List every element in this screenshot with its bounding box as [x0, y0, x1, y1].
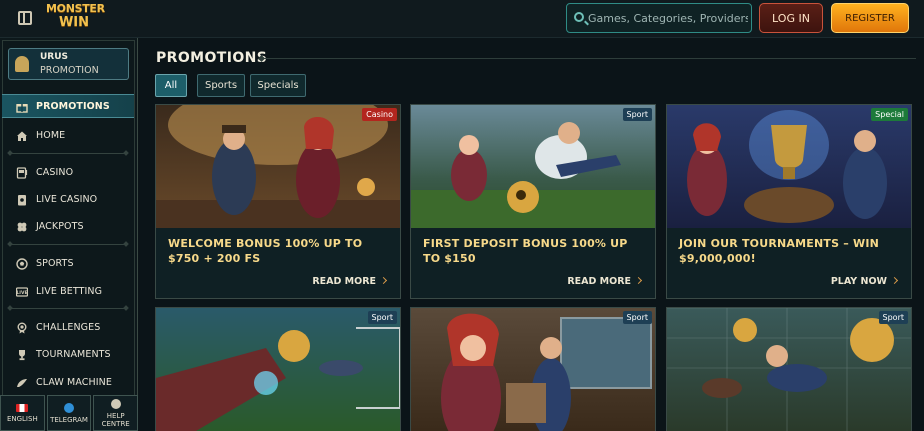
telegram-button[interactable]: TELEGRAM: [46, 395, 92, 431]
title-divider: [262, 58, 916, 59]
read-more-link[interactable]: READ MORE: [567, 276, 643, 287]
category-badge: Sport: [367, 311, 397, 324]
telegram-icon: [64, 402, 74, 413]
sidebar-bottom-bar: ENGLISH TELEGRAM HELP CENTRE: [0, 395, 139, 431]
sidebar-divider: [10, 308, 126, 309]
sidebar-item-label: SPORTS: [36, 258, 74, 269]
filter-tab-specials[interactable]: Specials: [250, 74, 306, 97]
claw-icon: [16, 377, 28, 389]
sidebar-item-label: TOURNAMENTS: [36, 349, 111, 360]
play-now-label: PLAY NOW: [830, 276, 887, 287]
promo-card-welcome-bonus[interactable]: Casino WELCOME BONUS 100% UP TO $750 + 2…: [155, 104, 401, 299]
top-header: MONSTER WIN LOG IN REGISTER: [0, 0, 924, 38]
sidebar-item-jackpots[interactable]: JACKPOTS: [2, 215, 134, 239]
logo-line-1: MONSTER: [46, 2, 105, 15]
promo-card-title: URUS: [40, 52, 69, 62]
gift-icon: [16, 101, 28, 113]
promo-card-image: [156, 308, 400, 431]
search-input[interactable]: [588, 8, 748, 28]
sidebar-item-live-casino[interactable]: LIVE CASINO: [2, 188, 134, 212]
help-centre-label: HELP CENTRE: [101, 411, 130, 428]
sidebar-item-home[interactable]: HOME: [2, 124, 134, 148]
clover-icon: [16, 221, 28, 233]
category-badge: Casino: [362, 108, 397, 121]
cards-icon: [16, 194, 28, 206]
category-badge: Sport: [878, 311, 908, 324]
trophy-icon: [16, 349, 28, 361]
svg-text:LIVE: LIVE: [16, 290, 27, 296]
sidebar-item-label: CLAW MACHINE: [36, 377, 112, 388]
promo-card-title: FIRST DEPOSIT BONUS 100% UP TO $150: [423, 237, 628, 265]
promo-card-image: [156, 105, 400, 228]
promo-avatar-icon: [15, 56, 29, 72]
sidebar: URUS PROMOTION PROMOTIONS HOME CASINO LI…: [0, 38, 139, 431]
sidebar-item-tournaments[interactable]: TOURNAMENTS: [2, 343, 134, 367]
promo-card-image: [411, 105, 655, 228]
monster-win-logo[interactable]: MONSTER WIN: [46, 2, 105, 35]
sidebar-item-promotions[interactable]: PROMOTIONS: [2, 94, 134, 118]
page-title: PROMOTIONS: [156, 50, 268, 66]
sidebar-item-label: LIVE BETTING: [36, 286, 103, 297]
logo-line-2: WIN: [58, 15, 90, 30]
login-button[interactable]: LOG IN: [759, 3, 823, 33]
chevron-right-icon: [379, 276, 388, 285]
telegram-label: TELEGRAM: [50, 415, 88, 424]
promo-card-subtitle: PROMOTION: [40, 65, 99, 76]
sidebar-item-sports[interactable]: SPORTS: [2, 252, 134, 276]
sidebar-item-live-betting[interactable]: LIVE LIVE BETTING: [2, 280, 134, 304]
sidebar-item-label: JACKPOTS: [36, 221, 84, 232]
promo-card-tournaments[interactable]: Special JOIN OUR TOURNAMENTS – WIN $9,00…: [666, 104, 912, 299]
sidebar-item-label: PROMOTIONS: [36, 101, 110, 112]
soccer-ball-icon: [16, 258, 28, 270]
sidebar-item-label: CASINO: [36, 167, 74, 178]
play-now-link[interactable]: PLAY NOW: [830, 276, 899, 287]
promo-card-first-deposit[interactable]: Sport FIRST DEPOSIT BONUS 100% UP TO $15…: [410, 104, 656, 299]
promo-card-sport-1[interactable]: Sport: [155, 307, 401, 431]
live-tv-icon: LIVE: [16, 286, 28, 298]
canada-flag-icon: [16, 403, 29, 412]
promo-card-sport-3[interactable]: Sport: [666, 307, 912, 431]
read-more-label: READ MORE: [567, 276, 631, 287]
sidebar-divider: [10, 244, 126, 245]
search-box[interactable]: [566, 3, 752, 33]
register-button[interactable]: REGISTER: [831, 3, 909, 33]
sidebar-divider: [10, 153, 126, 154]
sidebar-item-label: LIVE CASINO: [36, 194, 98, 205]
help-centre-button[interactable]: HELP CENTRE: [93, 395, 139, 431]
slot-machine-icon: [16, 167, 28, 179]
category-badge: Sport: [622, 311, 652, 324]
promo-card-title: JOIN OUR TOURNAMENTS – WIN $9,000,000!: [679, 237, 880, 265]
category-badge: Sport: [622, 108, 652, 121]
sidebar-item-challenges[interactable]: CHALLENGES: [2, 316, 134, 340]
sidebar-item-label: CHALLENGES: [36, 322, 101, 333]
help-icon: [110, 398, 121, 409]
promo-card-title: WELCOME BONUS 100% UP TO $750 + 200 FS: [168, 237, 363, 265]
language-label: ENGLISH: [6, 414, 38, 423]
promo-card-image: [667, 308, 911, 431]
filter-tab-sports[interactable]: Sports: [197, 74, 245, 97]
category-badge: Special: [871, 108, 908, 121]
read-more-label: READ MORE: [312, 276, 376, 287]
chevron-right-icon: [890, 276, 899, 285]
sidebar-item-casino[interactable]: CASINO: [2, 161, 134, 185]
chevron-right-icon: [634, 276, 643, 285]
read-more-link[interactable]: READ MORE: [312, 276, 388, 287]
promo-card-sport-2[interactable]: Sport: [410, 307, 656, 431]
sidebar-item-label: HOME: [36, 130, 66, 141]
urus-promotion-card[interactable]: URUS PROMOTION: [8, 48, 129, 80]
home-icon: [16, 130, 28, 142]
medal-icon: [16, 322, 28, 334]
promo-card-image: [411, 308, 655, 431]
sidebar-toggle-icon[interactable]: [18, 11, 32, 25]
filter-tab-all[interactable]: All: [155, 74, 187, 97]
language-button[interactable]: ENGLISH: [0, 395, 45, 431]
sidebar-item-claw-machine[interactable]: CLAW MACHINE: [2, 371, 134, 395]
promo-card-image: [667, 105, 911, 228]
search-icon: [574, 12, 584, 22]
